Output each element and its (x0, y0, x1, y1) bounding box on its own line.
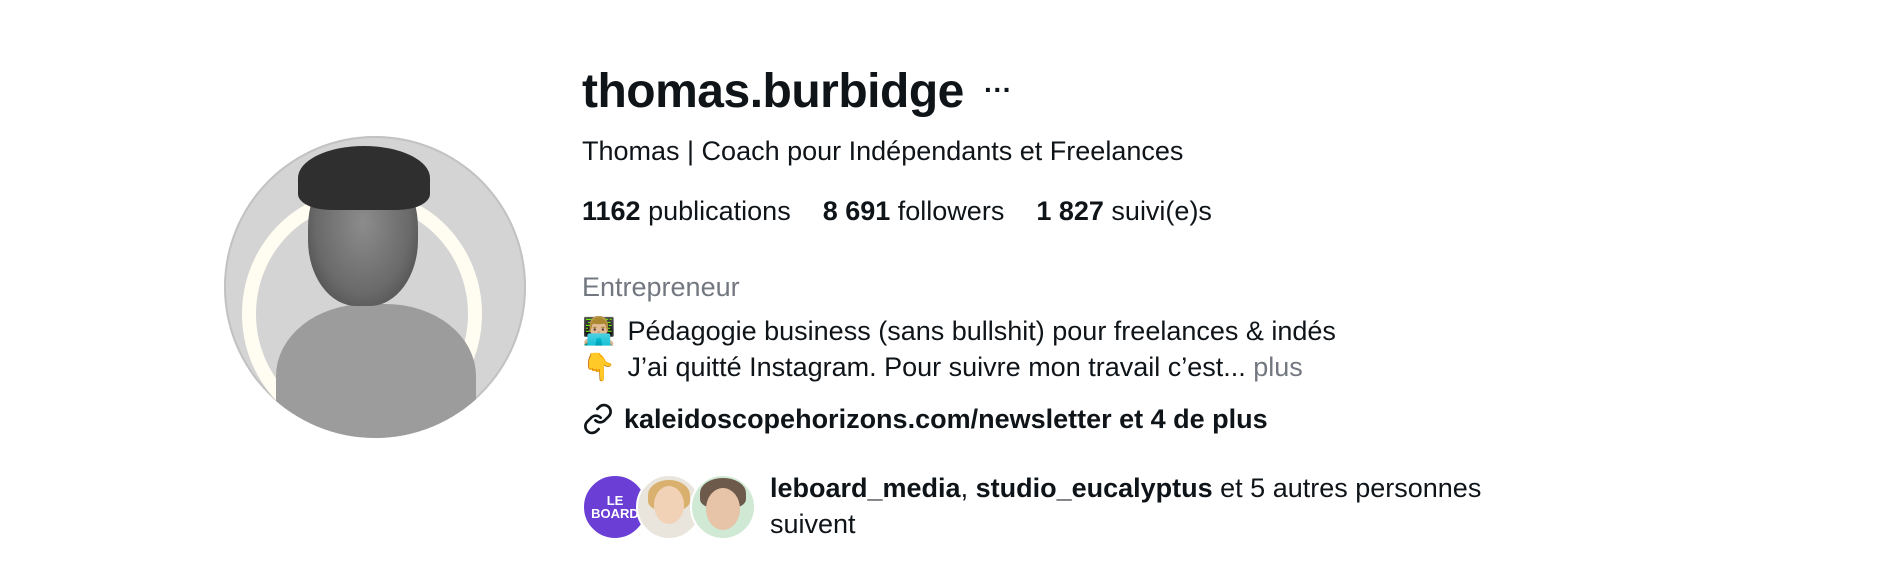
profile-external-link[interactable]: kaleidoscopehorizons.com/newsletter et 4… (582, 402, 1268, 436)
profile-avatar[interactable] (224, 136, 526, 438)
profile-full-name: Thomas | Coach pour Indépendants et Free… (582, 136, 1184, 166)
followers-count-label: followers (897, 196, 1005, 226)
external-link-text: kaleidoscopehorizons.com/newsletter et 4… (624, 404, 1268, 434)
avatar-hair (298, 146, 430, 210)
followed-by-text: leboard_media, studio_eucalyptus et 5 au… (770, 470, 1570, 542)
link-icon (584, 403, 612, 435)
bio-line-2-text: J’ai quitté Instagram. Pour suivre mon t… (627, 352, 1246, 382)
followed-by-separator: , (960, 473, 976, 503)
bio-line-1: 👨🏼‍💻 Pédagogie business (sans bullshit) … (582, 314, 1336, 348)
technologist-emoji-icon: 👨🏼‍💻 (582, 316, 616, 346)
followed-by-user-2[interactable]: studio_eucalyptus (976, 473, 1213, 503)
followed-by-user-1[interactable]: leboard_media (770, 473, 961, 503)
following-count-value: 1 827 (1036, 196, 1104, 226)
posts-count: 1162 publications (582, 194, 791, 228)
pointing-down-emoji-icon: 👇 (582, 352, 616, 382)
following-count-link[interactable]: 1 827 suivi(e)s (1036, 194, 1212, 228)
bio-more-link[interactable]: plus (1253, 352, 1303, 382)
profile-category: Entrepreneur (582, 272, 740, 302)
avatar-face (706, 488, 740, 530)
posts-count-label: publications (648, 196, 791, 226)
posts-count-value: 1162 (582, 196, 641, 226)
profile-username: thomas.burbidge (582, 65, 964, 118)
followers-count-value: 8 691 (822, 196, 891, 226)
avatar-face (654, 486, 684, 524)
profile-stats: 1162 publications 8 691 followers 1 827 … (582, 194, 1212, 228)
following-count-label: suivi(e)s (1111, 196, 1212, 226)
bio-line-2: 👇 J’ai quitté Instagram. Pour suivre mon… (582, 350, 1303, 384)
bio-line-1-text: Pédagogie business (sans bullshit) pour … (627, 316, 1336, 346)
followers-count-link[interactable]: 8 691 followers (823, 194, 1005, 228)
avatar-mutual-follower-3 (690, 474, 756, 540)
mutual-followers-avatars[interactable]: LE BOARD (582, 474, 758, 540)
more-options-icon[interactable]: ··· (984, 76, 1012, 104)
avatar-body (276, 304, 476, 438)
